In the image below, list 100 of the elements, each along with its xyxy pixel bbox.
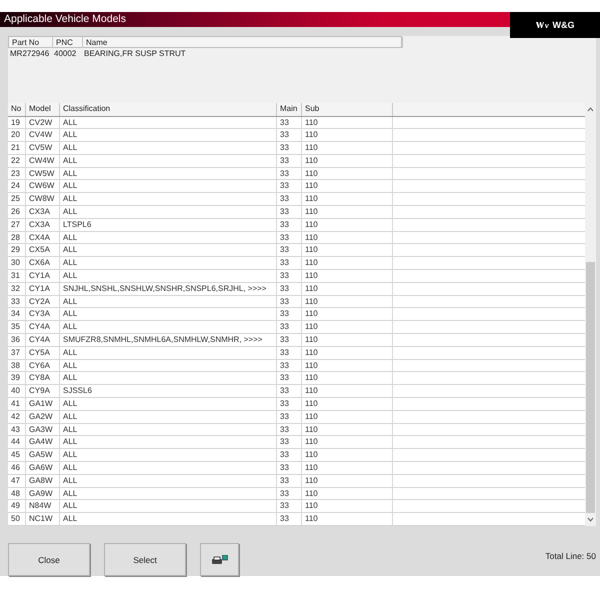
table-cell: 33 (277, 360, 302, 372)
table-cell: 33 (277, 154, 302, 167)
table-cell: GA2W (26, 410, 60, 423)
table-cell: GA1W (26, 398, 60, 410)
table-cell: 110 (302, 346, 393, 359)
column-header: Part No (9, 37, 53, 48)
table-cell: 33 (277, 398, 302, 410)
table-cell: 33 (277, 296, 302, 308)
table-cell: 110 (302, 180, 393, 192)
table-cell: 43 (8, 424, 26, 436)
table-cell: 31 (8, 270, 26, 282)
table-cell: 110 (302, 257, 393, 270)
table-cell: 26 (8, 206, 26, 218)
logo-text: W&G (552, 20, 574, 30)
table-cell: 40 (8, 385, 26, 398)
table-cell: 110 (302, 398, 393, 410)
scroll-thumb[interactable] (586, 262, 595, 513)
table-cell: CX3A (26, 206, 60, 218)
table-cell: ALL (60, 232, 277, 244)
table-cell: 110 (302, 270, 393, 282)
table-cell: 110 (302, 296, 393, 308)
table-cell: 22 (8, 154, 26, 167)
table-cell: 33 (277, 180, 302, 192)
table-cell: 33 (277, 116, 302, 128)
table-cell: 29 (8, 244, 26, 256)
logo-mark-icon (536, 22, 550, 28)
table-cell: 33 (277, 270, 302, 282)
table-cell: 34 (8, 308, 26, 320)
table-cell: 110 (302, 232, 393, 244)
table-cell: ALL (60, 244, 277, 256)
table-cell: CY2A (26, 296, 60, 308)
table-cell: 110 (302, 244, 393, 256)
table-cell: 28 (8, 232, 26, 244)
table-cell: 27 (8, 218, 26, 231)
table-cell: ALL (60, 436, 277, 448)
table-cell-text: 40002 (53, 48, 78, 60)
table-cell-text: BEARING,FR SUSP STRUT (83, 48, 187, 60)
table-cell: 25 (8, 193, 26, 206)
window-title: Applicable Vehicle Models (0, 12, 510, 27)
table-cell: 33 (277, 424, 302, 436)
table-cell: 42 (8, 410, 26, 423)
select-button[interactable]: Select (104, 543, 186, 576)
table-cell: 110 (302, 168, 393, 180)
table-cell: 33 (277, 218, 302, 231)
table-cell: GA8W (26, 474, 60, 487)
table-cell: 46 (8, 462, 26, 474)
table-cell: 110 (302, 449, 393, 462)
table-cell: ALL (60, 129, 277, 142)
table-cell: 37 (8, 346, 26, 359)
table-cell: CY3A (26, 308, 60, 320)
scroll-up-icon[interactable] (587, 106, 594, 112)
table-cell: GA6W (26, 462, 60, 474)
table-cell: 33 (277, 385, 302, 398)
table-cell: 50 (8, 513, 26, 526)
table-cell: 33 (277, 193, 302, 206)
table-cell: 24 (8, 180, 26, 192)
table-cell: CX4A (26, 232, 60, 244)
table-cell: CY1A (26, 270, 60, 282)
table-cell: ALL (60, 168, 277, 180)
table-cell: 33 (277, 244, 302, 256)
table-cell: 110 (302, 321, 393, 334)
table-cell: ALL (60, 360, 277, 372)
table-cell: LTSPL6 (60, 218, 277, 231)
table-cell: CY6A (26, 360, 60, 372)
table-cell: ALL (60, 346, 277, 359)
table-cell: CX3A (26, 218, 60, 231)
table-cell: CY8A (26, 372, 60, 384)
table-cell: 110 (302, 206, 393, 218)
table-cell: ALL (60, 500, 277, 512)
table-cell: 33 (8, 296, 26, 308)
table-cell: 110 (302, 424, 393, 436)
column-header: Main (277, 102, 302, 116)
table-cell: CV2W (26, 116, 60, 128)
table-cell: 33 (277, 513, 302, 526)
column-header: Sub (302, 102, 393, 116)
table-cell: 110 (302, 462, 393, 474)
table-cell: 33 (277, 308, 302, 320)
table-cell: 48 (8, 488, 26, 500)
table-cell: ALL (60, 410, 277, 423)
table-cell: ALL (60, 180, 277, 192)
table-cell: 44 (8, 436, 26, 448)
table-cell: 33 (277, 372, 302, 384)
table-cell: 20 (8, 129, 26, 142)
table-cell: GA5W (26, 449, 60, 462)
table-cell: 33 (277, 449, 302, 462)
table-cell: 23 (8, 168, 26, 180)
close-button[interactable]: Close (8, 543, 90, 576)
scroll-down-icon[interactable] (587, 516, 594, 523)
table-cell: GA9W (26, 488, 60, 500)
table-cell: 33 (277, 488, 302, 500)
table-cell: SMUFZR8,SNMHL,SNMHL6A,SNMHLW,SNMHR, >>>> (60, 334, 277, 346)
table-cell: ALL (60, 513, 277, 526)
table-cell: 33 (277, 257, 302, 270)
print-button[interactable] (200, 543, 239, 576)
table-cell: ALL (60, 372, 277, 384)
table-cell: SJSSL6 (60, 385, 277, 398)
table-cell: CY5A (26, 346, 60, 359)
table-cell: GA3W (26, 424, 60, 436)
column-header: Name (83, 37, 403, 48)
table-cell: CW6W (26, 180, 60, 192)
